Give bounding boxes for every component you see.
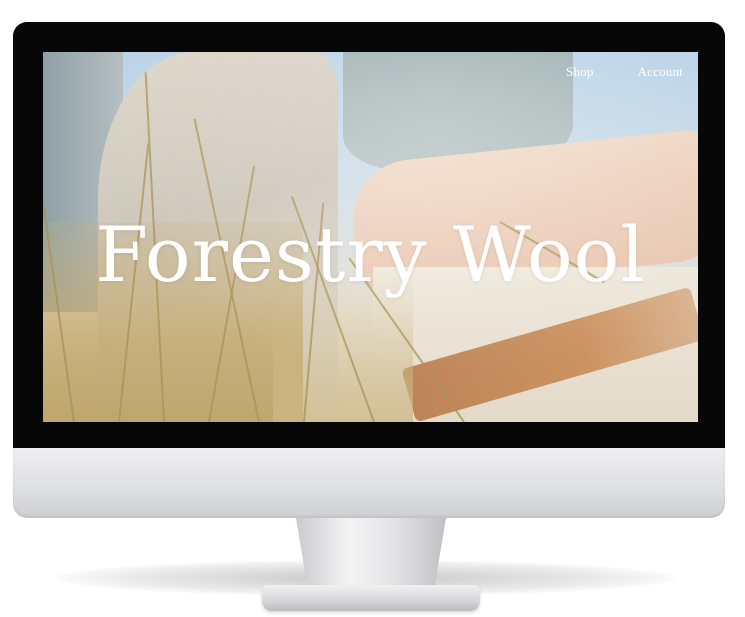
- monitor-chin: [13, 448, 725, 518]
- monitor-stand-neck: [296, 518, 446, 590]
- desktop-monitor: Shop Account Forestry Wool: [0, 0, 745, 617]
- nav-account-link[interactable]: Account: [638, 64, 683, 80]
- monitor-stand-base: [262, 585, 480, 611]
- nav-shop-link[interactable]: Shop: [566, 64, 594, 80]
- hero-title: Forestry Wool: [95, 210, 646, 299]
- top-nav: Shop Account: [566, 64, 683, 80]
- monitor-screen: Shop Account Forestry Wool: [43, 52, 698, 422]
